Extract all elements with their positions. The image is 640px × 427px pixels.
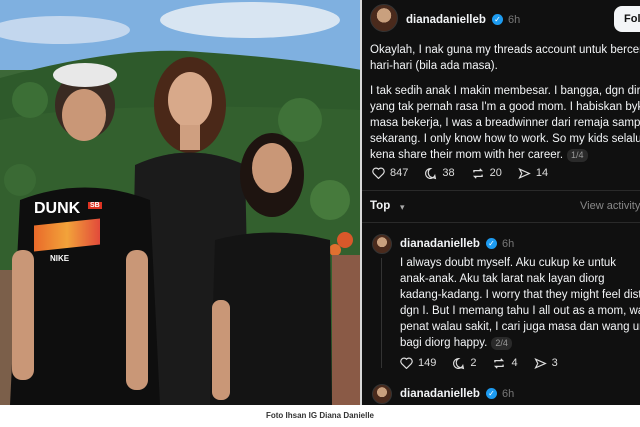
like-count: 847 xyxy=(390,167,409,179)
comment-count: 38 xyxy=(442,167,455,179)
sort-bar: Top ▾ View activity xyxy=(370,198,640,216)
family-photo: DUNK SB NIKE xyxy=(0,0,362,405)
reply-line: I always doubt myself. Aku cukup ke untu… xyxy=(400,257,617,269)
post-line: sekarang. I only know how to work. So my… xyxy=(370,133,640,145)
reply-line: anak-anak. Aku tak larat nak layan diorg xyxy=(400,273,605,285)
sort-dropdown[interactable]: Top xyxy=(370,198,390,214)
shirt-print: DUNK SB NIKE xyxy=(34,200,104,270)
view-activity-link[interactable]: View activity xyxy=(580,198,640,214)
repost-button[interactable]: 20 xyxy=(471,165,502,181)
repost-count: 20 xyxy=(489,167,502,179)
reply-username[interactable]: dianadanielleb xyxy=(400,386,480,402)
like-button[interactable]: 149 xyxy=(400,355,436,371)
verified-icon: ✓ xyxy=(486,238,497,249)
post-paragraph-1: Okaylah, I nak guna my threads account u… xyxy=(370,42,640,74)
post-username[interactable]: dianadanielleb xyxy=(406,12,486,28)
page-badge: 2/4 xyxy=(491,337,512,350)
post-line: I tak sedih anak I makin membesar. I ban… xyxy=(370,85,640,97)
post-line: Okaylah, I nak guna my threads account u… xyxy=(370,44,640,56)
comment-icon xyxy=(453,357,465,369)
post-time: 6h xyxy=(508,14,521,26)
avatar[interactable] xyxy=(370,4,398,32)
like-count: 149 xyxy=(418,357,437,369)
share-count: 3 xyxy=(551,357,558,369)
reply-line-text: bagi diorg happy. xyxy=(400,337,488,349)
heart-icon xyxy=(400,357,413,369)
share-icon xyxy=(518,167,531,179)
like-button[interactable]: 847 xyxy=(372,165,408,181)
reply-line: penat walau sakit, I cari juga masa dan … xyxy=(400,321,640,333)
repost-button[interactable]: 4 xyxy=(492,355,518,371)
shirt-tag: SB xyxy=(88,202,102,209)
reply-line: dgn I. But I memang tahu I all out as a … xyxy=(400,305,640,317)
comment-button[interactable]: 38 xyxy=(424,165,455,181)
repost-count: 4 xyxy=(511,357,518,369)
page-badge: 1/4 xyxy=(567,149,588,162)
post-line: yang tak pernah rasa I'm a good mom. I h… xyxy=(370,101,640,113)
shirt-graphic xyxy=(34,218,100,252)
threads-panel: dianadanielleb ✓ 6h Follow Okaylah, I na… xyxy=(362,0,640,405)
post-line: masa bekerja, I was a breadwinner dari r… xyxy=(370,117,640,129)
share-button[interactable]: 14 xyxy=(518,165,548,181)
comment-count: 2 xyxy=(470,357,477,369)
photo-credit-caption: Foto Ihsan IG Diana Danielle xyxy=(0,405,640,427)
chevron-down-icon[interactable]: ▾ xyxy=(400,199,405,215)
share-icon xyxy=(533,357,547,369)
share-button[interactable]: 3 xyxy=(533,355,558,371)
verified-icon: ✓ xyxy=(486,388,497,399)
comment-icon xyxy=(425,167,437,179)
reply-paragraph: I always doubt myself. Aku cukup ke untu… xyxy=(400,255,640,351)
post-actions: 847 38 20 14 xyxy=(372,165,564,181)
post-paragraph-2: I tak sedih anak I makin membesar. I ban… xyxy=(370,83,640,163)
comment-button[interactable]: 2 xyxy=(452,355,476,371)
post-line: hari-hari (bila ada masa). xyxy=(370,60,498,72)
repost-icon xyxy=(472,167,483,179)
reply-actions: 149 2 4 3 xyxy=(400,355,574,371)
reply-username[interactable]: dianadanielleb xyxy=(400,236,480,252)
thread-connector xyxy=(381,258,382,368)
divider xyxy=(362,222,640,223)
post-line-text: kena share their mom with her career. xyxy=(370,149,564,161)
verified-icon: ✓ xyxy=(492,14,503,25)
heart-icon xyxy=(372,167,385,179)
reply-line-last: bagi diorg happy. 2/4 xyxy=(400,335,640,351)
divider xyxy=(362,190,640,191)
post-header: dianadanielleb ✓ 6h Follow xyxy=(370,4,640,32)
follow-button[interactable]: Follow xyxy=(614,6,640,32)
share-count: 14 xyxy=(535,167,549,179)
shirt-sub: NIKE xyxy=(50,254,70,263)
repost-icon xyxy=(494,357,505,369)
post-line-last: kena share their mom with her career. 1/4 xyxy=(370,147,640,163)
reply-line: kadang-kadang. I worry that they might f… xyxy=(400,289,640,301)
reply-avatar[interactable] xyxy=(372,234,392,254)
reply-avatar[interactable] xyxy=(372,384,392,404)
reply-time: 6h xyxy=(502,238,515,250)
reply-time: 6h xyxy=(502,388,515,400)
